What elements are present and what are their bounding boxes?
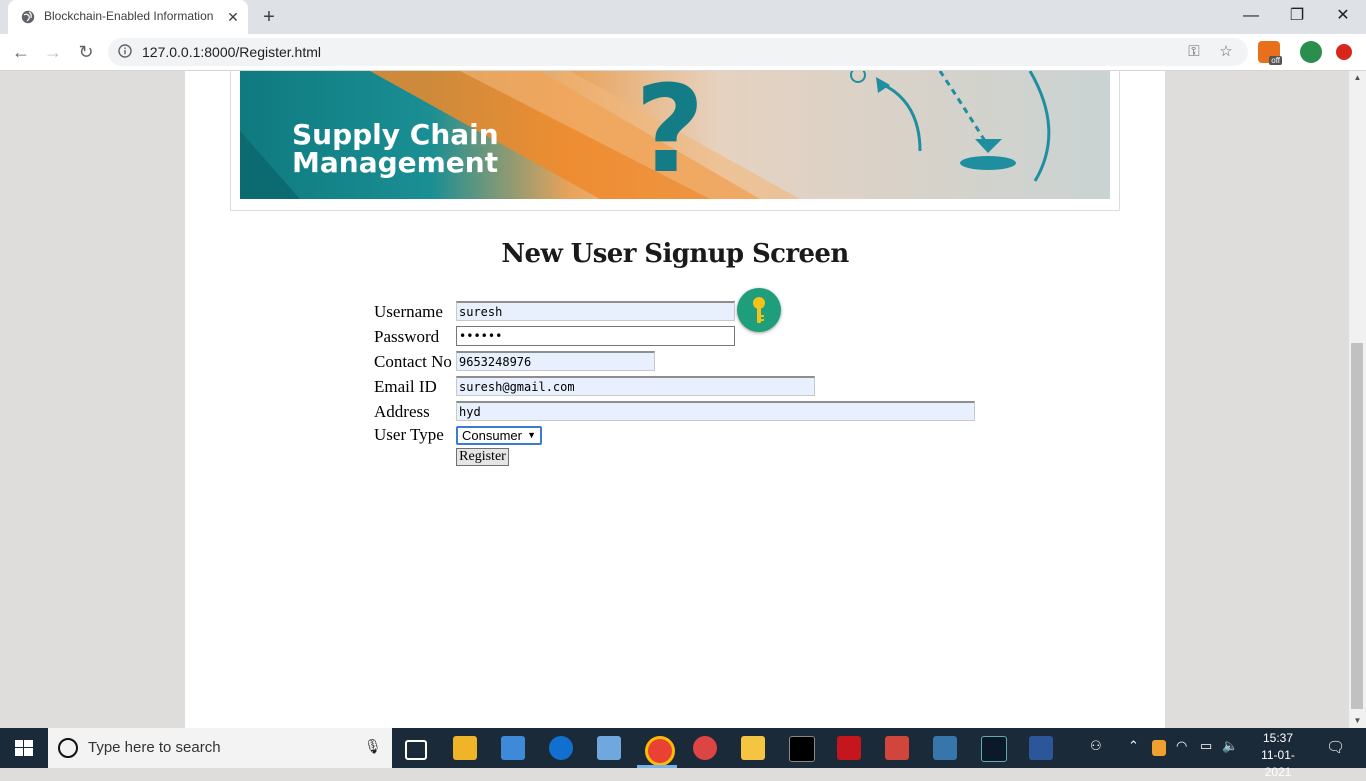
scroll-down-icon[interactable]: ▼ — [1349, 714, 1366, 728]
address-field[interactable]: hyd — [456, 401, 975, 421]
people-icon[interactable]: ⚇ — [1090, 738, 1102, 754]
acrobat-icon[interactable] — [837, 736, 861, 760]
app-tool-icon[interactable] — [885, 736, 909, 760]
command-prompt-icon[interactable] — [789, 736, 815, 762]
restore-button[interactable]: ❐ — [1274, 0, 1320, 32]
word-icon[interactable] — [1029, 736, 1053, 760]
address-label: Address — [374, 402, 430, 421]
new-tab-button[interactable]: + — [258, 6, 280, 28]
password-field[interactable]: •••••• — [456, 326, 735, 346]
minimize-button[interactable]: — — [1228, 0, 1274, 32]
page-container: ? Supply Chain Management New User Signu… — [185, 71, 1165, 728]
page-title: New User Signup Screen — [501, 239, 849, 269]
forward-arrow-icon[interactable]: → — [41, 40, 65, 64]
register-button[interactable]: Register — [456, 448, 509, 466]
info-icon[interactable] — [118, 44, 132, 58]
banner-line-2: Management — [292, 146, 498, 179]
address-bar[interactable]: 127.0.0.1:8000/Register.html ⚿ ☆ — [108, 38, 1248, 66]
wifi-icon[interactable]: ◠ — [1176, 738, 1187, 754]
tray-app-icon[interactable] — [1152, 740, 1166, 756]
contact-field[interactable]: 9653248976 — [456, 351, 655, 371]
mysql-icon[interactable] — [981, 736, 1007, 762]
browser-tab[interactable]: Blockchain-Enabled Information ✕ — [8, 0, 248, 34]
python-icon[interactable] — [933, 736, 957, 760]
search-placeholder: Type here to search — [88, 739, 221, 756]
scroll-thumb[interactable] — [1351, 343, 1363, 709]
browser-tab-bar: Blockchain-Enabled Information ✕ + — ❐ ✕ — [0, 0, 1366, 34]
reload-icon[interactable]: ↻ — [74, 40, 98, 64]
globe-icon — [21, 10, 35, 24]
close-tab-icon[interactable]: ✕ — [224, 8, 242, 26]
email-label: Email ID — [374, 377, 437, 396]
paint-icon[interactable] — [597, 736, 621, 760]
cortana-icon — [58, 738, 78, 758]
mail-icon[interactable] — [501, 736, 525, 760]
chrome-icon[interactable] — [645, 736, 675, 766]
scroll-up-icon[interactable]: ▲ — [1349, 71, 1366, 85]
file-explorer-icon[interactable] — [741, 736, 765, 760]
page-scrollbar[interactable]: ▲ ▼ — [1349, 71, 1366, 728]
page-viewport: ? Supply Chain Management New User Signu… — [0, 71, 1349, 728]
clock-time: 15:37 — [1262, 731, 1294, 745]
close-window-button[interactable]: ✕ — [1320, 0, 1366, 32]
star-bookmark-icon[interactable]: ☆ — [1216, 42, 1236, 62]
user-type-select[interactable]: Consumer ▼ — [456, 426, 542, 445]
email-field[interactable]: suresh@gmail.com — [456, 376, 815, 396]
microphone-icon[interactable]: 🎙 — [364, 738, 382, 755]
password-label: Password — [374, 327, 440, 346]
task-view-icon[interactable] — [405, 740, 427, 760]
question-mark: ? — [635, 71, 705, 199]
extension-orange-icon[interactable]: off — [1258, 41, 1282, 65]
taskbar-clock[interactable]: 15:37 11-01-2021 — [1248, 730, 1308, 781]
password-manager-key-icon[interactable] — [737, 288, 781, 332]
taskbar-search-box[interactable]: Type here to search 🎙 — [48, 728, 392, 768]
user-type-value: Consumer — [462, 428, 522, 443]
show-hidden-icons-chevron[interactable]: ⌃ — [1128, 738, 1139, 754]
back-arrow-icon[interactable]: ← — [9, 40, 33, 64]
tab-title: Blockchain-Enabled Information — [44, 9, 214, 23]
user-type-label: User Type — [374, 425, 444, 444]
clock-date: 11-01-2021 — [1261, 748, 1295, 779]
username-label: Username — [374, 302, 443, 321]
url-text: 127.0.0.1:8000/Register.html — [142, 44, 322, 60]
windows-start-button[interactable] — [0, 728, 48, 768]
battery-icon[interactable]: ▭ — [1200, 738, 1212, 754]
key-icon[interactable]: ⚿ — [1184, 42, 1204, 62]
windows-taskbar: Type here to search 🎙 ⚇ ⌃ ◠ ▭ 🔈 15:37 11… — [0, 728, 1366, 779]
browser-toolbar: ← → ↻ 127.0.0.1:8000/Register.html ⚿ ☆ o… — [0, 34, 1366, 71]
store-icon[interactable] — [453, 736, 477, 760]
volume-icon[interactable]: 🔈 — [1222, 738, 1238, 754]
notifications-icon[interactable]: 🗨 — [1326, 738, 1345, 756]
username-field[interactable]: suresh — [456, 301, 735, 321]
windows-logo-icon — [15, 740, 33, 756]
extension-red-icon[interactable] — [1336, 44, 1352, 60]
supply-chain-banner: ? Supply Chain Management — [240, 71, 1110, 199]
contact-label: Contact No — [374, 352, 452, 371]
app-red-circle-icon[interactable] — [693, 736, 717, 760]
dropdown-arrow-icon: ▼ — [527, 430, 536, 440]
extension-green-icon[interactable] — [1300, 41, 1322, 63]
edge-browser-icon[interactable] — [549, 736, 573, 760]
extension-badge: off — [1269, 56, 1282, 65]
